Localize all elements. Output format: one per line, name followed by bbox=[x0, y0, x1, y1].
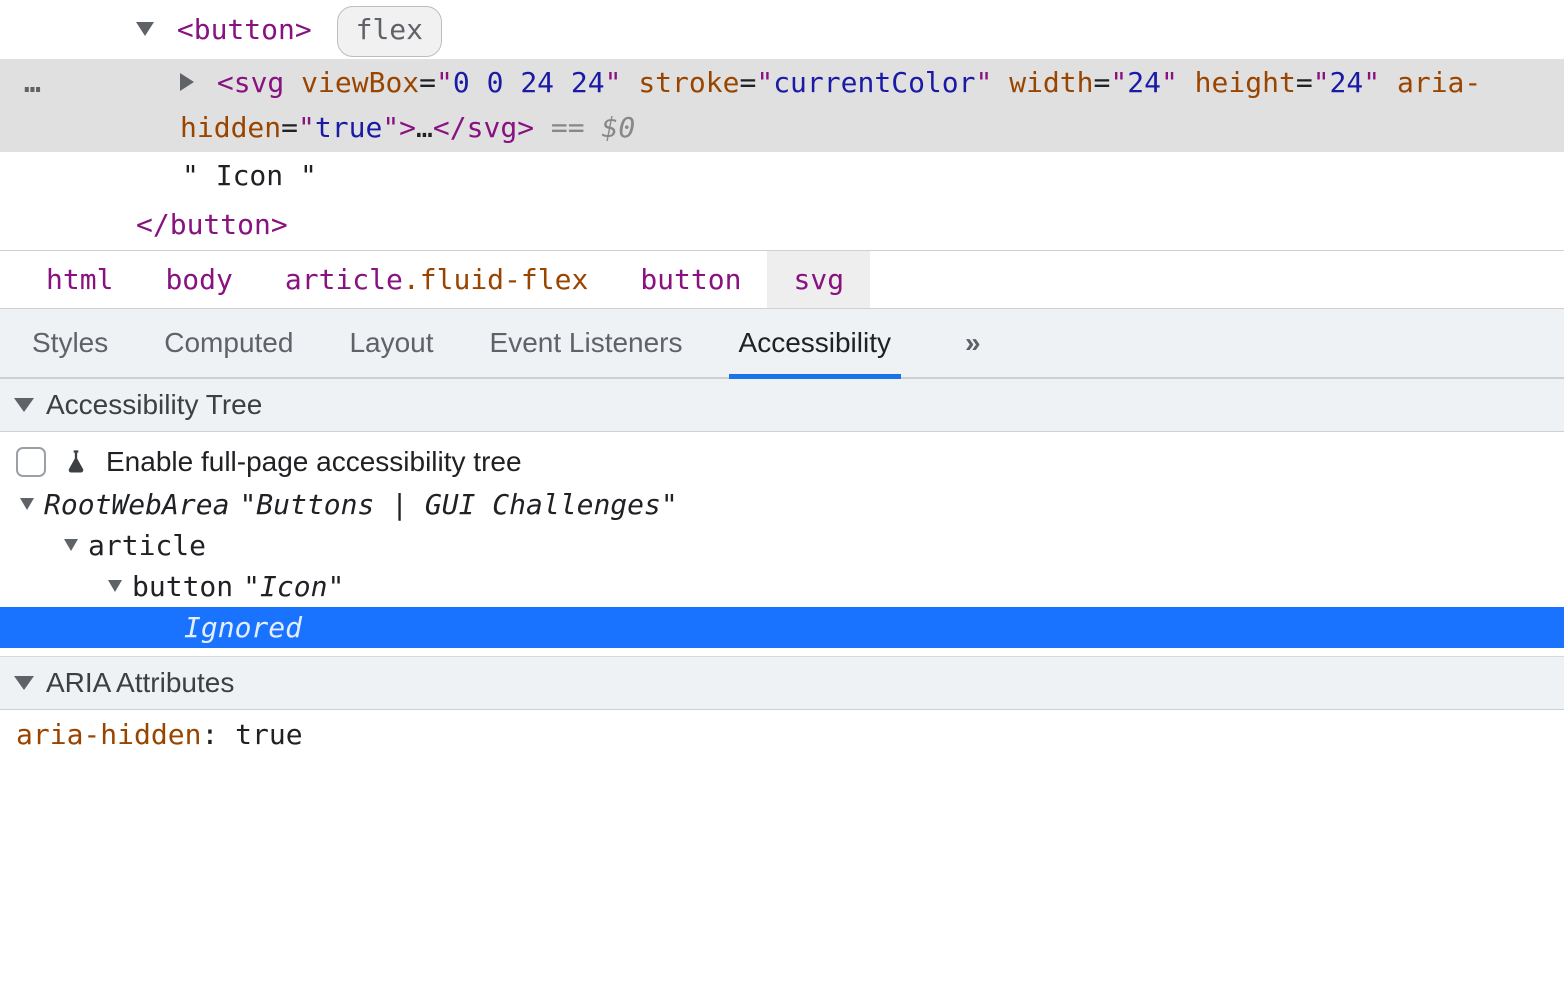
pane-tab-event-listeners[interactable]: Event Listeners bbox=[484, 309, 689, 377]
dom-row-svg-selected[interactable]: … <svg viewBox="0 0 24 24" stroke="curre… bbox=[0, 59, 1564, 153]
breadcrumb-body[interactable]: body bbox=[139, 251, 258, 308]
pane-tabs-more-icon[interactable]: » bbox=[941, 327, 975, 359]
a11y-tree-ignored-selected[interactable]: Ignored bbox=[0, 607, 1564, 648]
enable-full-page-tree-label: Enable full-page accessibility tree bbox=[106, 446, 522, 478]
pane-tab-accessibility[interactable]: Accessibility bbox=[733, 309, 897, 377]
aria-attribute-row: aria-hidden: true bbox=[16, 718, 1548, 751]
dom-row-text[interactable]: " Icon " bbox=[0, 152, 1564, 201]
flask-icon bbox=[62, 448, 90, 476]
elements-dom-tree[interactable]: <button> flex … <svg viewBox="0 0 24 24"… bbox=[0, 0, 1564, 250]
section-title: Accessibility Tree bbox=[46, 389, 262, 421]
dom-row-button-close[interactable]: </button> bbox=[0, 201, 1564, 250]
expand-caret-down-icon[interactable] bbox=[136, 22, 154, 36]
tree-expander-icon[interactable] bbox=[20, 498, 34, 510]
attr-stroke[interactable]: stroke="currentColor" bbox=[621, 66, 992, 99]
section-aria-attributes-header[interactable]: ARIA Attributes bbox=[0, 656, 1564, 710]
enable-full-page-tree-row[interactable]: Enable full-page accessibility tree bbox=[16, 440, 1548, 484]
tree-expander-icon[interactable] bbox=[64, 539, 78, 551]
attr-viewBox[interactable]: viewBox="0 0 24 24" bbox=[301, 66, 621, 99]
selected-node-ref: == $0 bbox=[551, 111, 635, 144]
flex-badge[interactable]: flex bbox=[337, 6, 442, 57]
dom-breadcrumb[interactable]: htmlbodyarticle.fluid-flexbuttonsvg bbox=[0, 250, 1564, 309]
breadcrumb-html[interactable]: html bbox=[20, 251, 139, 308]
checkbox-unchecked[interactable] bbox=[16, 447, 46, 477]
section-caret-down-icon bbox=[14, 676, 34, 690]
tree-expander-icon[interactable] bbox=[108, 580, 122, 592]
a11y-tree-button[interactable]: button "Icon" bbox=[16, 566, 1548, 607]
pane-tab-computed[interactable]: Computed bbox=[158, 309, 299, 377]
pane-tab-styles[interactable]: Styles bbox=[26, 309, 114, 377]
styles-pane-tabs[interactable]: Styles Computed Layout Event Listeners Acces… bbox=[0, 309, 1564, 379]
row-actions-ellipsis-icon[interactable]: … bbox=[14, 61, 62, 106]
section-accessibility-tree-header[interactable]: Accessibility Tree bbox=[0, 379, 1564, 432]
attr-height[interactable]: height="24" bbox=[1178, 66, 1380, 99]
section-title: ARIA Attributes bbox=[46, 667, 234, 699]
breadcrumb-svg[interactable]: svg bbox=[767, 251, 870, 308]
dom-row-button-open[interactable]: <button> flex bbox=[0, 4, 1564, 59]
pane-tab-layout[interactable]: Layout bbox=[343, 309, 439, 377]
breadcrumb-article[interactable]: article.fluid-flex bbox=[259, 251, 614, 308]
a11y-tree-article[interactable]: article bbox=[16, 525, 1548, 566]
attr-width[interactable]: width="24" bbox=[992, 66, 1177, 99]
breadcrumb-button[interactable]: button bbox=[614, 251, 767, 308]
expand-caret-right-icon[interactable] bbox=[180, 73, 194, 91]
section-caret-down-icon bbox=[14, 398, 34, 412]
a11y-tree-root[interactable]: RootWebArea "Buttons | GUI Challenges" bbox=[16, 484, 1548, 525]
